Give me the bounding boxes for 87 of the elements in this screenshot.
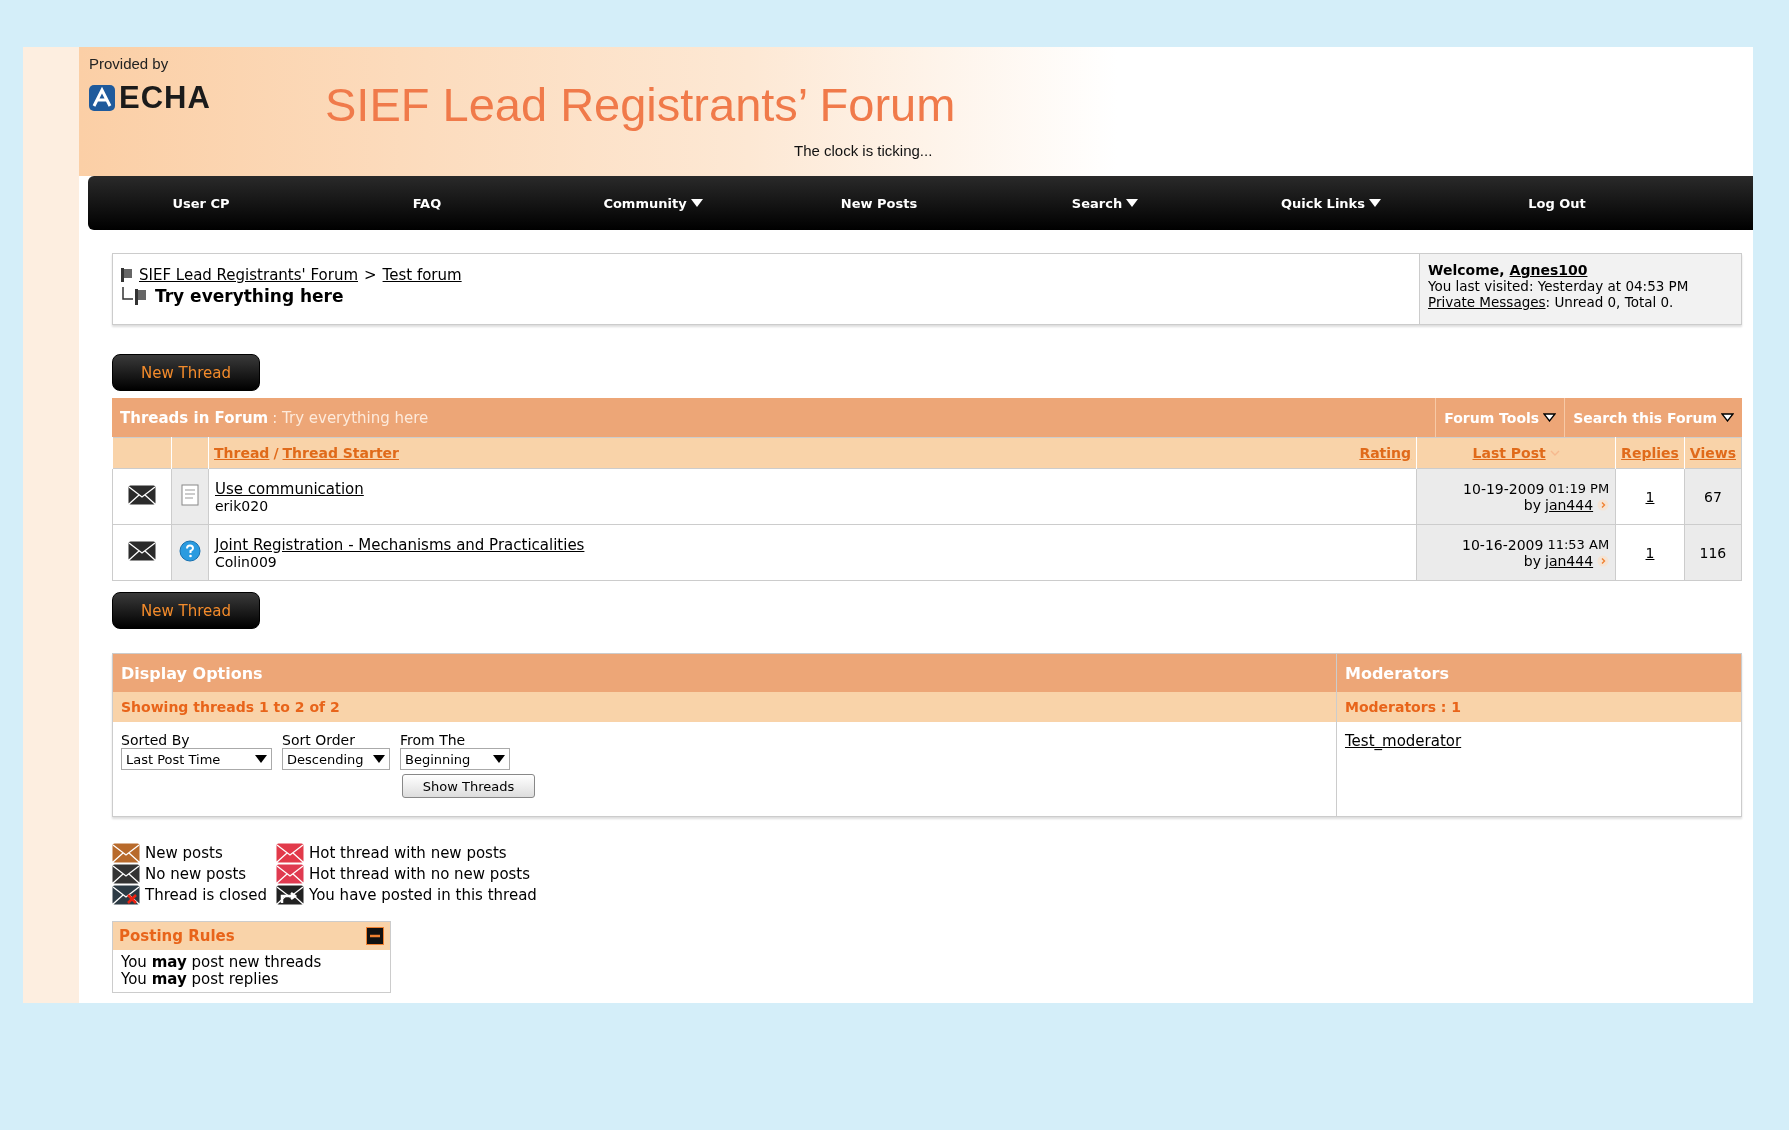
caret-icon bbox=[1369, 199, 1381, 207]
breadcrumb-link[interactable]: Test forum bbox=[382, 266, 462, 284]
legend-label: New posts bbox=[145, 844, 223, 862]
threads-subtitle: : Try everything here bbox=[272, 408, 429, 427]
caret-icon bbox=[1721, 413, 1734, 422]
caret-icon bbox=[1543, 413, 1557, 422]
caret-icon bbox=[493, 755, 505, 763]
sort-caret-icon[interactable] bbox=[1549, 449, 1560, 457]
nav-link[interactable]: New Posts bbox=[766, 195, 992, 211]
go-to-post-icon[interactable] bbox=[1597, 554, 1610, 567]
nav-link[interactable]: FAQ bbox=[314, 195, 540, 211]
post-time: 11:53 AM bbox=[1547, 537, 1610, 552]
envelope-icon bbox=[112, 864, 140, 884]
question-icon bbox=[179, 539, 201, 562]
new-thread-button[interactable]: New Thread bbox=[112, 592, 260, 629]
message-count-text: : Unread 0, Total 0. bbox=[1545, 294, 1674, 310]
thread-starter: erik020 bbox=[215, 497, 270, 514]
nav-link[interactable]: Log Out bbox=[1444, 195, 1670, 211]
collapse-icon[interactable] bbox=[366, 927, 384, 945]
views-count: 67 bbox=[1704, 488, 1722, 505]
legend-label: Thread is closed bbox=[145, 886, 268, 904]
closed-envelope-icon bbox=[112, 885, 140, 905]
nav-link[interactable]: Community bbox=[540, 195, 766, 211]
new-thread-button[interactable]: New Thread bbox=[112, 354, 260, 391]
by-text: by bbox=[1523, 496, 1542, 513]
user-link[interactable]: jan444 bbox=[1545, 552, 1594, 569]
thread-title-link[interactable]: Use communication bbox=[215, 479, 1411, 498]
display-options-title: Display Options bbox=[121, 663, 263, 683]
welcome-text: Welcome, bbox=[1428, 262, 1505, 278]
legend-label: Hot thread with new posts bbox=[309, 844, 507, 862]
envelope-icon bbox=[128, 540, 156, 561]
posting-rule-text: You may post replies bbox=[121, 971, 280, 988]
moderator-link[interactable]: Test_moderator bbox=[1345, 732, 1733, 750]
breadcrumb-link[interactable]: SIEF Lead Registrants' Forum bbox=[139, 266, 358, 284]
caret-icon bbox=[373, 755, 385, 763]
private-messages-link[interactable]: Private Messages bbox=[1428, 294, 1546, 310]
caret-icon bbox=[1126, 199, 1139, 207]
post-date: 10-19-2009 bbox=[1463, 480, 1545, 497]
document-icon bbox=[181, 483, 199, 506]
sort-dropdown[interactable]: Descending bbox=[282, 748, 390, 770]
breadcrumb-separator: > bbox=[364, 266, 377, 284]
envelope-icon bbox=[128, 484, 156, 505]
legend-label: You have posted in this thread bbox=[309, 886, 537, 904]
nav-link[interactable]: User CP bbox=[88, 195, 314, 211]
provided-by-text: Provided by bbox=[89, 55, 170, 72]
nav-link[interactable]: Search bbox=[992, 195, 1218, 211]
moderators-title: Moderators bbox=[1345, 663, 1449, 683]
threads-count-text: Showing threads 1 to 2 of 2 bbox=[121, 699, 340, 715]
envelope-icon bbox=[276, 864, 304, 884]
post-time: 01:19 PM bbox=[1548, 481, 1610, 496]
post-date: 10-16-2009 bbox=[1462, 536, 1544, 553]
sort-dropdown[interactable]: Last Post Time bbox=[121, 748, 272, 770]
logo-icon bbox=[89, 85, 115, 111]
reply-count-link[interactable]: 1 bbox=[1645, 544, 1655, 561]
logo-text: ECHA bbox=[119, 80, 211, 116]
moderators-count: Moderators : 1 bbox=[1345, 699, 1462, 715]
field-label: Sorted By bbox=[121, 732, 191, 748]
threads-title: Threads in Forum bbox=[120, 408, 269, 427]
thread-title-link[interactable]: Joint Registration - Mechanisms and Practicalities bbox=[215, 535, 1411, 554]
caret-icon bbox=[255, 755, 267, 763]
sort-dropdown[interactable]: Beginning bbox=[400, 748, 510, 770]
posting-rules-title: Posting Rules bbox=[119, 927, 235, 945]
views-count: 116 bbox=[1699, 544, 1727, 561]
subfolder-icon bbox=[121, 287, 149, 305]
posting-rule-text: You may post new threads bbox=[121, 954, 323, 971]
field-label: From The bbox=[400, 732, 467, 748]
forum-title: SIEF Lead Registrants’ Forum bbox=[325, 77, 956, 132]
tagline: The clock is ticking... bbox=[794, 142, 934, 159]
user-link[interactable]: jan444 bbox=[1545, 496, 1594, 513]
caret-icon bbox=[690, 199, 703, 207]
envelope-icon bbox=[276, 843, 304, 863]
folder-icon bbox=[121, 268, 133, 282]
nav-link[interactable]: Quick Links bbox=[1218, 195, 1444, 211]
envelope-icon bbox=[112, 843, 140, 863]
legend-label: Hot thread with no new posts bbox=[309, 865, 531, 883]
column-separator: / bbox=[273, 445, 279, 461]
field-label: Sort Order bbox=[282, 732, 356, 748]
go-to-post-icon[interactable] bbox=[1597, 498, 1610, 511]
thread-starter: Colin009 bbox=[215, 553, 278, 570]
posted-envelope-icon bbox=[276, 885, 304, 905]
legend-label: No new posts bbox=[145, 865, 247, 883]
username-link[interactable]: Agnes100 bbox=[1509, 262, 1588, 278]
reply-count-link[interactable]: 1 bbox=[1645, 488, 1655, 505]
show-threads-button[interactable]: Show Threads bbox=[402, 774, 535, 798]
last-visited-text: You last visited: Yesterday at 04:53 PM bbox=[1428, 278, 1690, 294]
by-text: by bbox=[1523, 552, 1542, 569]
current-forum-title: Try everything here bbox=[155, 286, 344, 306]
